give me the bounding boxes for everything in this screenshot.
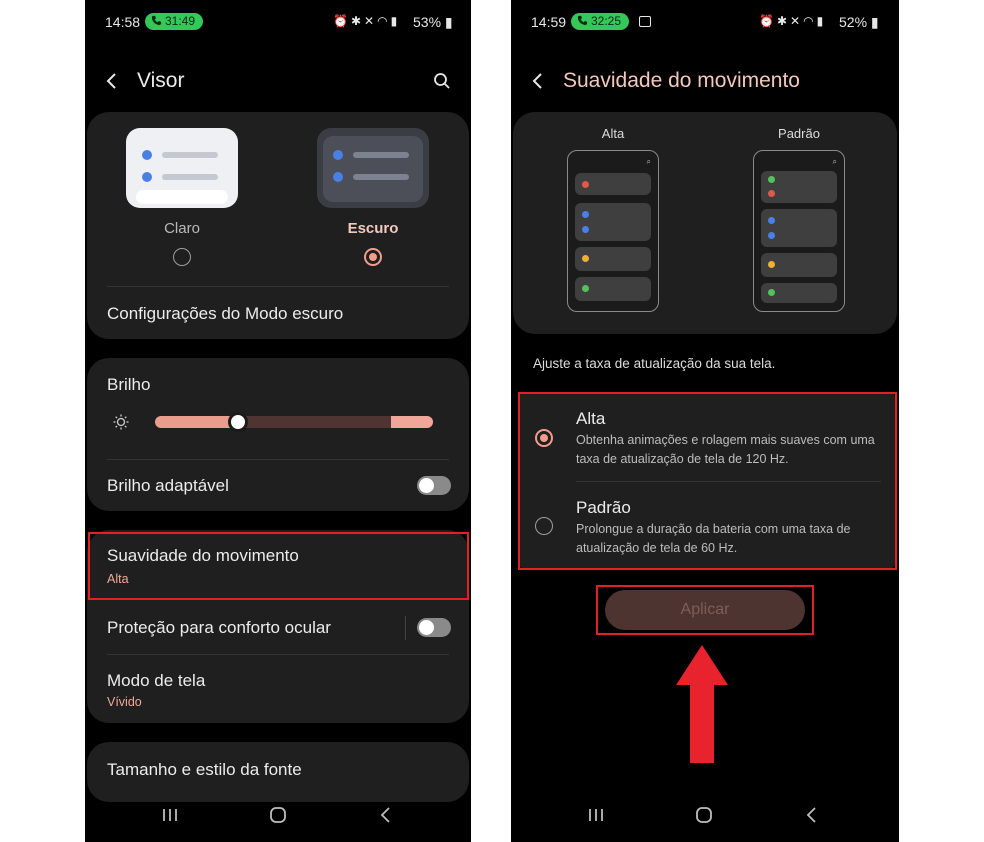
page-title: Suavidade do movimento [563, 69, 800, 92]
refresh-rate-description: Ajuste a taxa de atualização da sua tela… [533, 356, 776, 371]
home-icon[interactable] [267, 804, 289, 826]
wifi-icon: ◠ [377, 14, 391, 28]
status-bar: 14:59 32:25 ⏰✱✕◠▮ 52% ▮ [511, 10, 899, 34]
eye-comfort-label[interactable]: Proteção para conforto ocular [107, 618, 331, 638]
screen-mode-value: Vívido [107, 695, 142, 709]
back-icon[interactable] [531, 72, 545, 90]
adaptive-brightness-toggle[interactable] [417, 476, 451, 495]
dark-theme-radio[interactable] [364, 248, 382, 266]
recent-apps-icon[interactable] [585, 804, 607, 826]
call-duration: 31:49 [165, 14, 196, 28]
page-title: Visor [137, 69, 185, 92]
high-refresh-preview: ⌕ [567, 150, 659, 312]
mini-search-icon: ⌕ [832, 157, 837, 166]
nav-back-icon[interactable] [375, 804, 397, 826]
app-header: Suavidade do movimento [511, 62, 899, 102]
phone-display-settings: 14:58 31:49 ⏰✱✕◠▮ 53% ▮ Visor Claro Escu… [85, 0, 471, 842]
font-size-style-item[interactable]: Tamanho e estilo da fonte [107, 760, 302, 780]
status-time: 14:59 [531, 14, 567, 30]
status-icons: ⏰✱✕◠▮ [333, 14, 400, 28]
navigation-bar [511, 792, 899, 842]
light-theme-preview[interactable] [126, 128, 238, 208]
recent-apps-icon[interactable] [159, 804, 181, 826]
gallery-icon [639, 16, 651, 27]
theme-card: Claro Escuro Configurações do Modo escur… [87, 112, 469, 339]
call-timer-pill[interactable]: 32:25 [571, 13, 630, 30]
up-arrow-icon [676, 645, 728, 763]
phone-icon [577, 15, 588, 26]
motion-smoothness-highlight [88, 532, 469, 600]
screen-mode-title[interactable]: Modo de tela [107, 671, 205, 691]
alarm-icon: ⏰ [759, 14, 777, 28]
brightness-slider-thumb[interactable] [228, 412, 249, 432]
options-highlight [518, 392, 897, 570]
adaptive-brightness-label: Brilho adaptável [107, 476, 229, 495]
battery-icon: ▮ [867, 14, 879, 30]
call-timer-pill[interactable]: 31:49 [145, 13, 204, 30]
signal-icon: ▮ [390, 14, 401, 28]
mute-icon: ✕ [790, 14, 804, 28]
status-icons: ⏰✱✕◠▮ [759, 14, 826, 28]
preview-standard-label: Padrão [778, 126, 820, 141]
mute-icon: ✕ [364, 14, 378, 28]
dark-theme-preview[interactable] [317, 128, 429, 208]
light-theme-radio[interactable] [173, 248, 191, 266]
preview-card: Alta Padrão ⌕ ⌕ [513, 112, 897, 334]
alarm-icon: ⏰ [333, 14, 351, 28]
bluetooth-icon: ✱ [350, 14, 365, 28]
dark-mode-settings[interactable]: Configurações do Modo escuro [107, 304, 343, 324]
home-icon[interactable] [693, 804, 715, 826]
mini-search-icon: ⌕ [646, 157, 651, 166]
call-duration: 32:25 [591, 14, 622, 28]
sun-icon [113, 414, 129, 430]
brightness-title: Brilho [107, 375, 151, 394]
standard-refresh-preview: ⌕ [753, 150, 845, 312]
back-icon[interactable] [105, 72, 119, 90]
eye-comfort-toggle[interactable] [417, 618, 451, 637]
bluetooth-icon: ✱ [776, 14, 791, 28]
battery-level: 52% ▮ [839, 14, 879, 30]
navigation-bar [85, 792, 471, 842]
dark-theme-label: Escuro [347, 220, 399, 237]
light-theme-label: Claro [164, 220, 200, 237]
nav-back-icon[interactable] [801, 804, 823, 826]
battery-level: 53% ▮ [413, 14, 453, 30]
app-header: Visor [85, 62, 471, 102]
apply-highlight [596, 585, 814, 635]
status-bar: 14:58 31:49 ⏰✱✕◠▮ 53% ▮ [85, 10, 471, 34]
brightness-card: Brilho Brilho adaptável [87, 358, 469, 511]
wifi-icon: ◠ [803, 14, 817, 28]
phone-motion-smoothness: 14:59 32:25 ⏰✱✕◠▮ 52% ▮ Suavidade do mov… [511, 0, 899, 842]
status-time: 14:58 [105, 14, 141, 30]
brightness-slider[interactable] [155, 416, 433, 428]
preview-high-label: Alta [601, 126, 625, 141]
battery-icon: ▮ [441, 14, 453, 30]
signal-icon: ▮ [816, 14, 827, 28]
search-icon[interactable] [433, 72, 451, 90]
phone-icon [151, 15, 162, 26]
